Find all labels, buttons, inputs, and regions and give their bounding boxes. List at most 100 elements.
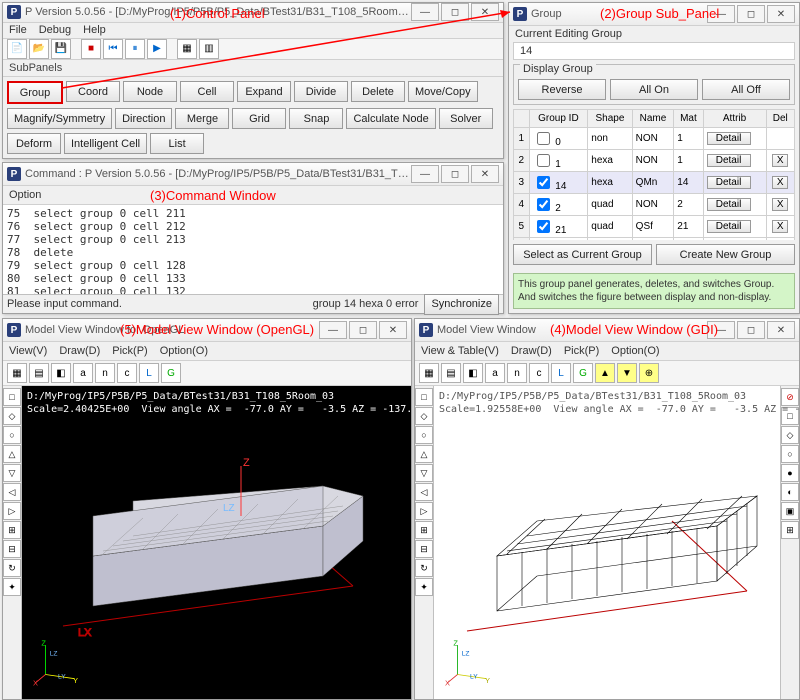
tool-icon[interactable]: ▤ <box>29 363 49 383</box>
tool-icon[interactable]: a <box>485 363 505 383</box>
menu-debug[interactable]: Debug <box>39 24 71 36</box>
open-icon[interactable]: 📂 <box>29 39 49 59</box>
reverse-button[interactable]: Reverse <box>518 79 606 100</box>
stop-icon[interactable]: ■ <box>81 39 101 59</box>
minimize-icon[interactable]: — <box>707 5 735 23</box>
vtool-icon[interactable]: ▽ <box>3 464 21 482</box>
minimize-icon[interactable]: — <box>319 321 347 339</box>
intellcell-button[interactable]: Intelligent Cell <box>64 133 147 154</box>
table-row[interactable]: 3 14hexaQMn14DetailX <box>514 172 795 194</box>
tool-icon[interactable]: ▦ <box>7 363 27 383</box>
solver-button[interactable]: Solver <box>439 108 493 129</box>
tool-icon[interactable]: ▤ <box>441 363 461 383</box>
delete-row-button[interactable]: X <box>772 154 788 167</box>
tool-icon[interactable]: a <box>73 363 93 383</box>
vtool-icon[interactable]: △ <box>415 445 433 463</box>
group-checkbox[interactable] <box>537 220 550 233</box>
allon-button[interactable]: All On <box>610 79 698 100</box>
close-icon[interactable]: ✕ <box>471 165 499 183</box>
menu-pick[interactable]: Pick(P) <box>112 345 147 357</box>
coord-button[interactable]: Coord <box>66 81 120 102</box>
table-row[interactable]: 6 22quadQSf22DetailX <box>514 238 795 241</box>
detail-button[interactable]: Detail <box>707 198 751 211</box>
vtool-icon[interactable]: ▷ <box>415 502 433 520</box>
direction-button[interactable]: Direction <box>115 108 172 129</box>
vtool-icon[interactable]: ✦ <box>415 578 433 596</box>
merge-button[interactable]: Merge <box>175 108 229 129</box>
menu-option[interactable]: Option(O) <box>611 345 659 357</box>
tool-icon[interactable]: ▲ <box>595 363 615 383</box>
create-new-button[interactable]: Create New Group <box>656 244 795 265</box>
movecopy-button[interactable]: Move/Copy <box>408 81 478 102</box>
close-icon[interactable]: ✕ <box>767 321 795 339</box>
vtool-icon[interactable]: ⊟ <box>3 540 21 558</box>
cell-button[interactable]: Cell <box>180 81 234 102</box>
vtool-icon[interactable]: ○ <box>415 426 433 444</box>
detail-button[interactable]: Detail <box>707 154 751 167</box>
vtool-icon[interactable]: □ <box>3 388 21 406</box>
vtool-icon[interactable]: ↻ <box>3 559 21 577</box>
vtool-icon[interactable]: ○ <box>3 426 21 444</box>
maximize-icon[interactable]: ◻ <box>441 3 469 21</box>
viewport-3d[interactable]: □◇○△▽◁▷⊞⊟↻✦ D:/MyProg/IP5/P5B/P5_Data/BT… <box>3 386 411 699</box>
group-checkbox[interactable] <box>537 154 550 167</box>
tool-icon[interactable]: ◧ <box>463 363 483 383</box>
tool-b-icon[interactable]: ▥ <box>199 39 219 59</box>
vtool-icon[interactable]: ○ <box>781 445 799 463</box>
menu-option[interactable]: Option <box>9 189 41 201</box>
vtool-icon[interactable]: ◇ <box>781 426 799 444</box>
table-row[interactable]: 1 0nonNON1Detail <box>514 128 795 150</box>
maximize-icon[interactable]: ◻ <box>349 321 377 339</box>
vtool-icon[interactable]: ⊟ <box>415 540 433 558</box>
tool-icon[interactable]: ▦ <box>419 363 439 383</box>
menu-viewtable[interactable]: View & Table(V) <box>421 345 499 357</box>
save-icon[interactable]: 💾 <box>51 39 71 59</box>
alloff-button[interactable]: All Off <box>702 79 790 100</box>
command-log[interactable]: 75 select group 0 cell 21176 select grou… <box>3 205 503 294</box>
vtool-icon[interactable]: ● <box>781 464 799 482</box>
minimize-icon[interactable]: — <box>411 165 439 183</box>
pause-icon[interactable]: ⏸ <box>125 39 145 59</box>
deform-button[interactable]: Deform <box>7 133 61 154</box>
titlebar[interactable]: P Command : P Version 5.0.56 - [D:/MyPro… <box>3 163 503 186</box>
magnify-button[interactable]: Magnify/Symmetry <box>7 108 112 129</box>
play-icon[interactable]: ▶ <box>147 39 167 59</box>
delete-button[interactable]: Delete <box>351 81 405 102</box>
group-checkbox[interactable] <box>537 132 550 145</box>
synchronize-button[interactable]: Synchronize <box>424 294 499 315</box>
node-button[interactable]: Node <box>123 81 177 102</box>
delete-row-button[interactable]: X <box>772 198 788 211</box>
vtool-icon[interactable]: ◇ <box>415 407 433 425</box>
tool-a-icon[interactable]: ▦ <box>177 39 197 59</box>
tool-icon[interactable]: ▼ <box>617 363 637 383</box>
vtool-icon[interactable]: □ <box>415 388 433 406</box>
select-current-button[interactable]: Select as Current Group <box>513 244 652 265</box>
table-row[interactable]: 4 2quadNON2DetailX <box>514 194 795 216</box>
calcnode-button[interactable]: Calculate Node <box>346 108 435 129</box>
group-checkbox[interactable] <box>537 176 550 189</box>
group-button[interactable]: Group <box>7 81 63 104</box>
table-row[interactable]: 5 21quadQSf21DetailX <box>514 216 795 238</box>
titlebar[interactable]: P Model View Window — ◻ ✕ <box>415 319 799 342</box>
titlebar[interactable]: P P Version 5.0.56 - [D:/MyProg/IP5/P5B/… <box>3 3 503 23</box>
menu-pick[interactable]: Pick(P) <box>564 345 599 357</box>
detail-button[interactable]: Detail <box>707 176 751 189</box>
tool-icon[interactable]: ⊕ <box>639 363 659 383</box>
vtool-icon[interactable]: ↻ <box>415 559 433 577</box>
menu-view[interactable]: View(V) <box>9 345 47 357</box>
maximize-icon[interactable]: ◻ <box>737 5 765 23</box>
tool-icon[interactable]: c <box>529 363 549 383</box>
vtool-icon[interactable]: ⊞ <box>781 521 799 539</box>
vtool-icon[interactable]: ⊞ <box>415 521 433 539</box>
vtool-icon[interactable]: ◁ <box>415 483 433 501</box>
tool-icon[interactable]: G <box>573 363 593 383</box>
tool-icon[interactable]: n <box>95 363 115 383</box>
tool-icon[interactable]: L <box>551 363 571 383</box>
vtool-icon[interactable]: ▣ <box>781 502 799 520</box>
list-button[interactable]: List <box>150 133 204 154</box>
new-icon[interactable]: 📄 <box>7 39 27 59</box>
maximize-icon[interactable]: ◻ <box>737 321 765 339</box>
menu-help[interactable]: Help <box>83 24 106 36</box>
close-icon[interactable]: ✕ <box>471 3 499 21</box>
tool-icon[interactable]: ◧ <box>51 363 71 383</box>
